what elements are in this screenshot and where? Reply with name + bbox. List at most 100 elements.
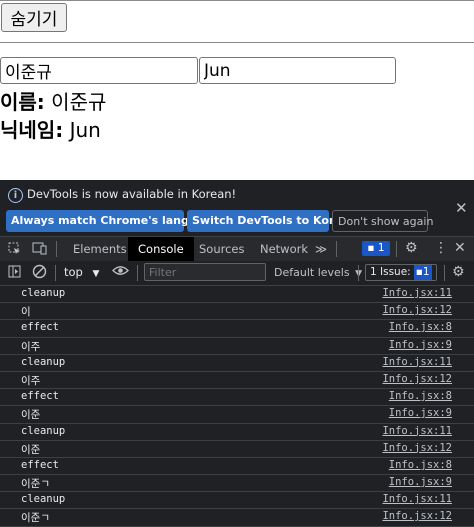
console-log-row: cleanup Info.jsx:11 [0,424,474,441]
info-icon: i [8,188,23,203]
log-levels-dropdown[interactable]: Default levels ▼ [274,266,362,279]
switch-korean-button[interactable]: Switch DevTools to Korean [187,210,357,232]
log-levels-value: Default levels [274,266,350,279]
toolbar-separator [396,241,397,257]
log-message: 이주 [21,340,41,353]
log-source-link[interactable]: Info.jsx:11 [382,425,452,437]
console-log-row: 이준ㄱ Info.jsx:12 [0,509,474,527]
log-message: cleanup [21,355,66,368]
log-source-link[interactable]: Info.jsx:8 [389,459,452,471]
nickname-display: 닉네임: Jun [0,114,101,143]
log-message: effect [21,390,59,403]
tab-network[interactable]: Network [260,237,308,261]
banner-close-icon[interactable]: ✕ [455,199,468,217]
toolbar-separator [358,265,359,281]
tab-sources[interactable]: Sources [199,237,245,261]
log-source-link[interactable]: Info.jsx:12 [382,304,452,316]
tab-console[interactable]: Console [128,237,194,261]
more-options-icon[interactable]: ⋮ [434,240,448,256]
clear-console-icon[interactable] [32,264,47,282]
toolbar-separator [55,265,56,281]
log-message: 이준 [21,443,41,456]
live-expression-eye-icon[interactable] [112,264,129,280]
devtools-tabbar: Elements Console Sources Network ≫ ▪ 1 ⚙… [0,236,474,262]
toolbar-separator [336,241,337,257]
nickname-input[interactable] [199,57,396,84]
console-log-row: 이주 Info.jsx:9 [0,338,474,355]
issues-badge-count: 1 [377,242,385,254]
log-source-link[interactable]: Info.jsx:8 [389,321,452,333]
log-message: cleanup [21,493,66,506]
banner-message: DevTools is now available in Korean! [27,187,237,201]
console-settings-gear-icon[interactable]: ⚙ [452,264,465,280]
log-message: 이준ㄱ [21,512,50,525]
nickname-label: 닉네임: [0,118,64,142]
context-value: top [64,265,83,279]
device-toolbar-icon[interactable] [32,242,47,258]
issues-count: 1 [422,266,430,278]
context-selector[interactable]: top ▼ [64,265,99,279]
log-message: cleanup [21,424,66,437]
console-log-row: cleanup Info.jsx:11 [0,492,474,510]
devtools-panel: i DevTools is now available in Korean! ✕… [0,180,474,527]
log-message: 이 [21,306,31,319]
toolbar-separator [137,265,138,281]
top-divider [0,0,474,1]
log-source-link[interactable]: Info.jsx:11 [382,356,452,368]
console-log-row: effect Info.jsx:8 [0,389,474,407]
message-icon: ▪ [367,242,375,254]
message-icon: ▪ [415,266,423,278]
console-log-row: 이준ㄱ Info.jsx:9 [0,475,474,493]
log-source-link[interactable]: Info.jsx:11 [382,493,452,505]
log-message: effect [21,321,59,334]
log-source-link[interactable]: Info.jsx:9 [389,407,452,419]
log-source-link[interactable]: Info.jsx:12 [382,442,452,454]
match-language-button[interactable]: Always match Chrome's language [6,210,219,232]
name-value: 이준규 [51,90,107,114]
hide-button[interactable]: 숨기기 [1,3,67,32]
console-filter-input[interactable] [144,263,266,281]
tab-elements[interactable]: Elements [73,237,127,261]
name-label: 이름: [0,90,45,114]
section-divider [0,42,474,43]
sidebar-toggle-icon[interactable] [8,265,21,281]
name-display: 이름: 이준규 [0,86,106,115]
page-content: 숨기기 이름: 이준규 닉네임: Jun [0,0,474,180]
console-log-row: 이준 Info.jsx:12 [0,441,474,458]
issues-label: 1 Issue: [370,266,411,278]
log-source-link[interactable]: Info.jsx:9 [389,476,452,488]
dont-show-again-button[interactable]: Don't show again [332,210,433,232]
log-message: 이준 [21,409,41,422]
console-log: cleanup Info.jsx:11 이 Info.jsx:12 effect Info… [0,286,474,527]
log-source-link[interactable]: Info.jsx:12 [382,373,452,385]
console-log-row: 이준 Info.jsx:9 [0,406,474,424]
toolbar-separator [444,265,445,281]
settings-gear-icon[interactable]: ⚙ [405,240,418,256]
log-source-link[interactable]: Info.jsx:8 [389,390,452,402]
inspect-element-icon[interactable] [8,242,21,258]
log-source-link[interactable]: Info.jsx:12 [382,510,452,522]
close-devtools-icon[interactable]: ✕ [454,240,466,256]
log-message: effect [21,458,59,471]
console-log-row: 이 Info.jsx:12 [0,303,474,321]
log-source-link[interactable]: Info.jsx:11 [382,287,452,299]
name-input[interactable] [0,57,198,84]
console-log-row: effect Info.jsx:8 [0,320,474,338]
chevron-down-icon: ▼ [92,269,100,279]
log-message: 이주 [21,374,41,387]
nickname-value: Jun [69,118,101,142]
console-log-row: 이주 Info.jsx:12 [0,372,474,390]
console-log-row: cleanup Info.jsx:11 [0,286,474,304]
issues-badge[interactable]: ▪ 1 [362,241,390,256]
toolbar-separator [56,241,57,257]
console-toolbar: top ▼ Default levels ▼ 1 Issue:▪1 ⚙ [0,261,474,286]
console-log-row: effect Info.jsx:8 [0,458,474,476]
log-source-link[interactable]: Info.jsx:9 [389,339,452,351]
more-tabs-icon[interactable]: ≫ [315,237,327,261]
issues-count-badge: ▪1 [413,265,432,280]
language-banner: i DevTools is now available in Korean! ✕… [0,180,474,236]
issues-counter-button[interactable]: 1 Issue: ▪1 [365,264,437,281]
log-message: 이준ㄱ [21,478,50,491]
log-message: cleanup [21,287,66,299]
console-log-row: cleanup Info.jsx:11 [0,355,474,372]
